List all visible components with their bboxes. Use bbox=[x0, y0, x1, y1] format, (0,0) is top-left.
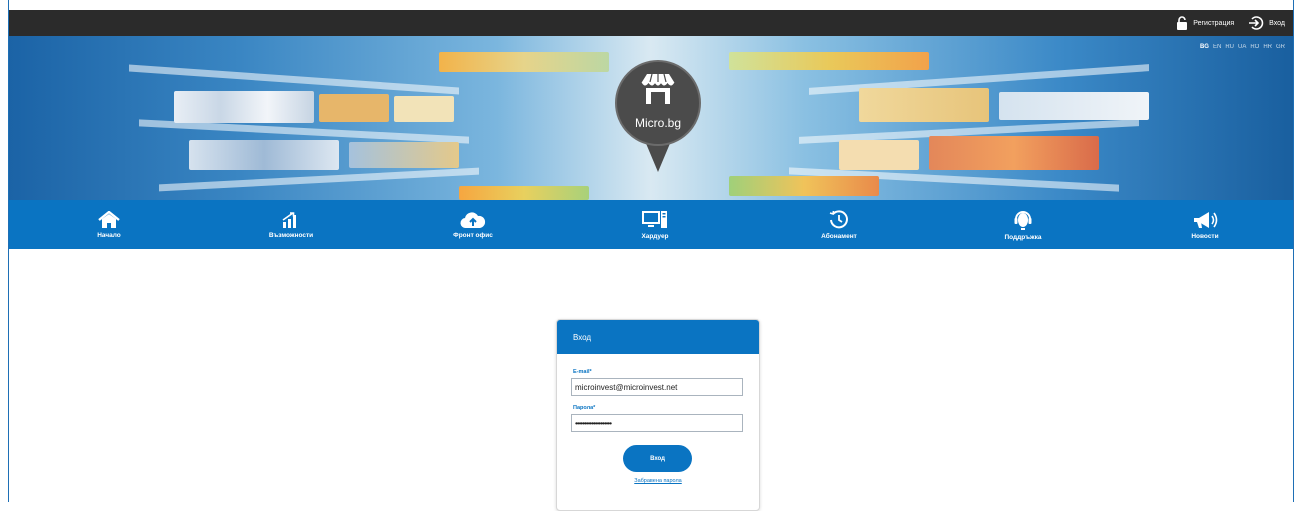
nav-label: Поддръжка bbox=[1004, 233, 1042, 241]
nav-item-home[interactable]: Начало bbox=[49, 200, 169, 249]
nav-item-news[interactable]: Новости bbox=[1145, 200, 1265, 249]
product-group bbox=[459, 186, 589, 200]
window-left-edge bbox=[0, 0, 9, 502]
product-group bbox=[839, 140, 919, 170]
clock-icon bbox=[829, 209, 848, 228]
password-label: Парола* bbox=[573, 405, 596, 411]
login-link-label: Вход bbox=[1269, 19, 1285, 27]
product-group bbox=[319, 94, 389, 122]
register-link[interactable]: Регистрация bbox=[1176, 16, 1234, 30]
product-group bbox=[729, 176, 879, 196]
email-field[interactable] bbox=[571, 378, 743, 396]
lang-en[interactable]: EN bbox=[1213, 44, 1221, 50]
computer-icon bbox=[642, 210, 667, 228]
register-label: Регистрация bbox=[1193, 19, 1235, 27]
window-right-edge bbox=[1293, 0, 1300, 502]
lang-ua[interactable]: UA bbox=[1238, 44, 1246, 50]
headset-icon bbox=[1014, 210, 1032, 230]
product-group bbox=[929, 136, 1099, 170]
hero-banner: BG EN RU UA RO HR GR Micro.bg bbox=[9, 36, 1293, 200]
login-panel: Вход E-mail* Парола* Вход Забравена паро… bbox=[556, 319, 760, 511]
cloud-upload-icon bbox=[460, 211, 486, 228]
chart-icon bbox=[282, 211, 296, 228]
login-button[interactable]: Вход bbox=[623, 445, 692, 472]
product-group bbox=[999, 92, 1149, 120]
shelf bbox=[159, 167, 479, 192]
nav-label: Начало bbox=[97, 231, 121, 239]
lang-ru[interactable]: RU bbox=[1225, 44, 1234, 50]
nav-label: Новости bbox=[1191, 232, 1219, 240]
login-panel-header: Вход bbox=[557, 320, 759, 354]
lang-gr[interactable]: GR bbox=[1276, 44, 1285, 50]
lang-bg[interactable]: BG bbox=[1200, 44, 1209, 50]
lang-hr[interactable]: HR bbox=[1263, 44, 1272, 50]
product-group bbox=[349, 142, 459, 168]
login-title: Вход bbox=[573, 332, 592, 342]
product-group bbox=[394, 96, 454, 122]
nav-label: Хардуер bbox=[641, 232, 669, 240]
nav-label: Фронт офис bbox=[453, 231, 493, 239]
shop-awning-icon bbox=[641, 73, 675, 104]
megaphone-icon bbox=[1194, 211, 1218, 228]
top-bar: Регистрация Вход bbox=[9, 10, 1293, 36]
home-icon bbox=[98, 210, 120, 228]
nav-item-support[interactable]: Поддръжка bbox=[963, 200, 1083, 249]
window-top-edge bbox=[0, 0, 1300, 10]
login-link[interactable]: Вход bbox=[1248, 15, 1285, 31]
password-field[interactable] bbox=[571, 414, 743, 432]
product-group bbox=[174, 91, 314, 123]
email-label: E-mail* bbox=[573, 369, 592, 375]
product-group bbox=[729, 52, 929, 70]
sign-in-icon bbox=[1249, 16, 1264, 30]
product-group bbox=[439, 52, 609, 72]
padlock-icon bbox=[1177, 16, 1188, 30]
nav-item-front-office[interactable]: Фронт офис bbox=[413, 200, 533, 249]
language-switcher: BG EN RU UA RO HR GR bbox=[1200, 44, 1285, 50]
nav-label: Абонамент bbox=[821, 232, 857, 240]
product-group bbox=[189, 140, 339, 170]
nav-label: Възможности bbox=[268, 231, 314, 239]
lang-ro[interactable]: RO bbox=[1250, 44, 1259, 50]
nav-item-hardware[interactable]: Хардуер bbox=[595, 200, 715, 249]
site-logo[interactable]: Micro.bg bbox=[615, 60, 701, 172]
forgot-password-link[interactable]: Забравена парола bbox=[557, 478, 759, 484]
main-nav: Начало Възможности Фронт офис Хардуер Аб… bbox=[9, 200, 1293, 249]
nav-item-subscription[interactable]: Абонамент bbox=[779, 200, 899, 249]
nav-item-features[interactable]: Възможности bbox=[231, 200, 351, 249]
product-group bbox=[859, 88, 989, 122]
logo-text: Micro.bg bbox=[634, 116, 681, 130]
